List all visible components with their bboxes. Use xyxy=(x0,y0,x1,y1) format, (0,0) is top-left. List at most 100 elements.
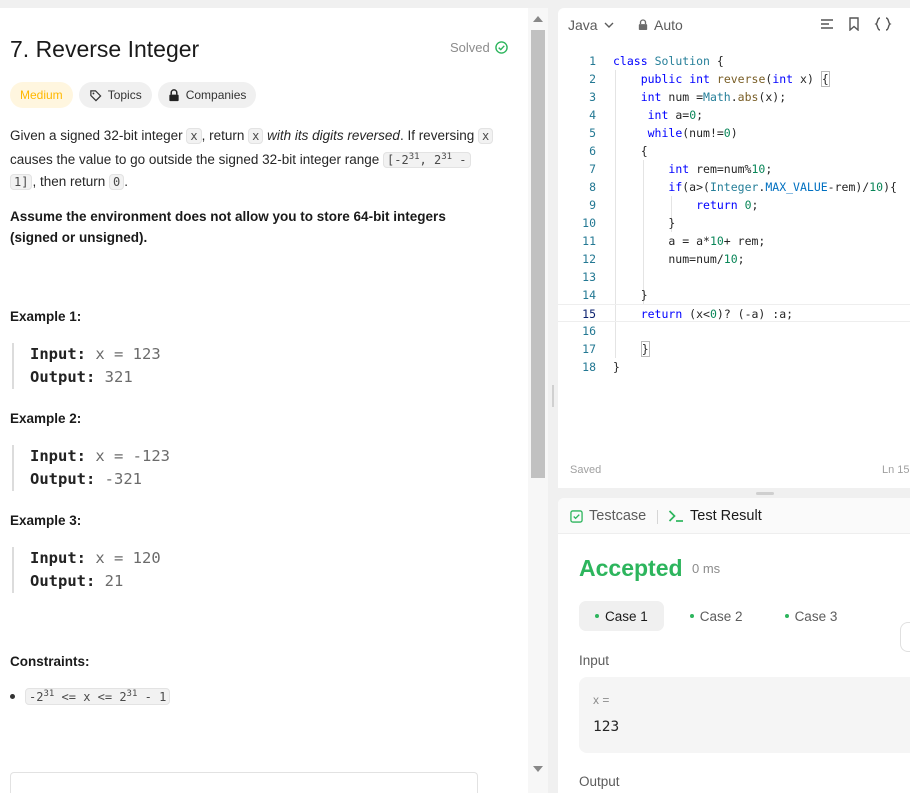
line-number: 12 xyxy=(582,252,596,266)
case-1-tab[interactable]: Case 1 xyxy=(579,601,664,631)
code-line[interactable]: 10 } xyxy=(558,214,910,232)
side-handle[interactable] xyxy=(900,622,910,652)
tag-row: Medium Topics Companies xyxy=(10,82,257,108)
input-value: x = -123 xyxy=(95,447,170,465)
tab-testcase[interactable]: Testcase xyxy=(570,508,646,524)
line-number: 2 xyxy=(589,72,596,86)
code-line[interactable]: 13 xyxy=(558,268,910,286)
mode-label: Auto xyxy=(654,17,683,33)
case-3-tab[interactable]: Case 3 xyxy=(769,601,854,631)
scroll-thumb[interactable] xyxy=(531,30,545,478)
output-value: -321 xyxy=(104,470,142,488)
constraints-heading: Constraints: xyxy=(10,654,90,669)
constraint-part: - 1 xyxy=(137,690,167,704)
scroll-up-icon[interactable] xyxy=(533,16,543,22)
code-text: int num =Math.abs(x); xyxy=(640,90,787,104)
scroll-down-icon[interactable] xyxy=(533,766,543,772)
code-text: num=num/10; xyxy=(613,252,745,266)
code-line[interactable]: 7 int rem=num%10; xyxy=(558,160,910,178)
case-tabs: Case 1 Case 2 Case 3 xyxy=(579,601,853,631)
code-editor[interactable]: Java Auto 1 class Solution { 2 public int… xyxy=(558,8,910,488)
difficulty-badge[interactable]: Medium xyxy=(10,82,73,108)
case-label: Case 3 xyxy=(794,608,838,624)
constraint-part: -2 xyxy=(29,690,44,704)
line-number: 7 xyxy=(589,162,596,176)
code-text: } xyxy=(640,341,650,357)
tab-divider xyxy=(657,510,658,524)
inline-code: 1] xyxy=(10,174,33,190)
line-number: 6 xyxy=(589,144,596,158)
code-line[interactable]: 4 int a=0; xyxy=(558,106,910,124)
topics-label: Topics xyxy=(107,88,142,102)
bookmark-icon[interactable] xyxy=(848,17,860,31)
code-line[interactable]: 1 class Solution { xyxy=(558,52,910,70)
range-sup: 31 xyxy=(408,152,420,162)
panel-resize-handle[interactable] xyxy=(552,385,554,407)
desc-line-2: causes the value to go outside the signe… xyxy=(10,147,505,171)
code-line[interactable]: 16 xyxy=(558,322,910,340)
code-line[interactable]: 11 a = a*10+ rem; xyxy=(558,232,910,250)
code-line[interactable]: 3 int num =Math.abs(x); xyxy=(558,88,910,106)
test-result-panel: Testcase Test Result Accepted 0 ms Case … xyxy=(558,498,910,793)
code-text: while(num!=0) xyxy=(647,126,738,140)
example-2-block: Input: x = -123 Output: -321 xyxy=(12,445,170,491)
inline-code: x xyxy=(186,128,202,144)
line-number: 1 xyxy=(589,54,596,68)
code-text: class Solution { xyxy=(613,54,724,68)
code-text: int rem=num%10; xyxy=(668,162,773,176)
code-line[interactable]: 12 num=num/10; xyxy=(558,250,910,268)
companies-button[interactable]: Companies xyxy=(157,82,257,108)
difficulty-label: Medium xyxy=(20,88,63,102)
braces-icon[interactable] xyxy=(874,17,892,31)
vertical-resize-handle[interactable] xyxy=(756,492,774,495)
code-line[interactable]: 2 public int reverse(int x) { xyxy=(558,70,910,88)
output-heading: Output xyxy=(579,774,620,789)
input-value: x = 123 xyxy=(95,345,161,363)
code-line[interactable]: 9 return 0; xyxy=(558,196,910,214)
pass-dot-icon xyxy=(784,614,789,618)
inline-code: 0 xyxy=(109,174,125,190)
line-number: 16 xyxy=(582,324,596,338)
language-select[interactable]: Java xyxy=(568,17,614,33)
chevron-down-icon xyxy=(604,22,614,28)
tab-test-result[interactable]: Test Result xyxy=(668,508,762,524)
pass-dot-icon xyxy=(689,614,694,618)
constraint-item: -231 <= x <= 231 - 1 xyxy=(10,688,171,705)
line-number: 10 xyxy=(582,216,596,230)
code-text: } xyxy=(613,360,620,374)
code-text: } xyxy=(613,216,676,230)
input-heading: Input xyxy=(579,653,610,668)
problem-title: 7. Reverse Integer xyxy=(10,36,200,62)
code-text: } xyxy=(613,288,648,302)
check-circle-icon xyxy=(494,41,508,54)
code-line-active[interactable]: 15 return (x<0)? (-a) :a; xyxy=(558,304,910,322)
range-part: [-2 xyxy=(387,153,409,167)
desc-text: , then return xyxy=(32,174,109,189)
code-text: int a=0; xyxy=(647,108,704,122)
description-scrollbar[interactable] xyxy=(528,8,548,793)
code-text: return 0; xyxy=(696,198,759,212)
code-line[interactable]: 8 if(a>(Integer.MAX_VALUE-rem)/10){ xyxy=(558,178,910,196)
case-2-tab[interactable]: Case 2 xyxy=(674,601,759,631)
code-line[interactable]: 14 } xyxy=(558,286,910,304)
desc-text: causes the value to go outside the signe… xyxy=(10,152,384,167)
autocomplete-toggle[interactable]: Auto xyxy=(638,17,683,33)
line-number: 9 xyxy=(589,198,596,212)
constraint-sup: 31 xyxy=(43,689,55,699)
example-3-heading: Example 3: xyxy=(10,513,82,528)
topics-button[interactable]: Topics xyxy=(78,82,152,108)
bottom-section-box xyxy=(10,772,478,793)
solved-label: Solved xyxy=(450,40,490,55)
example-3-block: Input: x = 120 Output: 21 xyxy=(12,547,161,593)
input-label: Input: xyxy=(30,345,86,363)
code-line[interactable]: 17 } xyxy=(558,340,910,358)
code-lines[interactable]: 1 class Solution { 2 public int reverse(i… xyxy=(558,52,910,376)
format-lines-icon[interactable] xyxy=(820,17,834,31)
output-value: 321 xyxy=(104,368,133,386)
code-line[interactable]: 18} xyxy=(558,358,910,376)
input-value: 123 xyxy=(593,719,620,735)
code-line[interactable]: 6 { xyxy=(558,142,910,160)
note-line-2: (signed or unsigned). xyxy=(10,230,148,245)
code-line[interactable]: 5 while(num!=0) xyxy=(558,124,910,142)
case-label: Case 1 xyxy=(605,608,648,624)
